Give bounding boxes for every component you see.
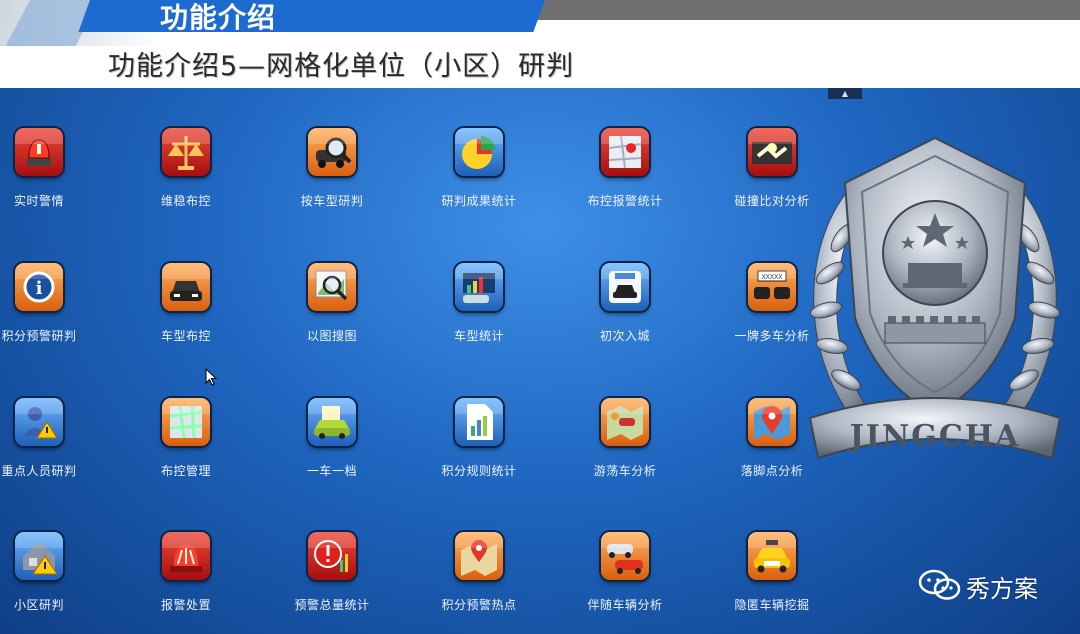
function-tile[interactable]: 维稳布控 [136, 128, 236, 228]
function-tile-label: 维稳布控 [160, 194, 211, 208]
mouse-cursor-icon [205, 368, 217, 386]
function-tile-label: 积分预警热点 [441, 598, 517, 612]
map-car-icon[interactable] [601, 398, 649, 446]
function-tile[interactable]: 实时警情 [0, 128, 89, 228]
function-tile[interactable]: 初次入城 [575, 263, 675, 363]
alarm-siren-icon[interactable] [15, 128, 63, 176]
collapse-toggle-button[interactable]: ▲ [828, 88, 862, 99]
function-tile[interactable]: 一车一档 [282, 398, 382, 498]
car-magnifier-icon[interactable] [308, 128, 356, 176]
plate-multi-car-icon[interactable]: XXXXX [748, 263, 796, 311]
function-tile-label: 伴随车辆分析 [587, 598, 663, 612]
function-tile-label: 车型统计 [453, 329, 504, 343]
function-tile-label: 布控报警统计 [587, 194, 663, 208]
function-tile[interactable]: i 积分预警研判 [0, 263, 89, 363]
map-grid-icon[interactable] [162, 398, 210, 446]
svg-text:JINGCHA: JINGCHA [847, 419, 1021, 454]
function-tile-label: 初次入城 [599, 329, 650, 343]
scales-icon[interactable] [162, 128, 210, 176]
function-tile[interactable]: 积分预警热点 [429, 532, 529, 632]
function-tile[interactable]: 积分规则统计 [429, 398, 529, 498]
info-badge-icon[interactable]: i [15, 263, 63, 311]
function-tile-label: 实时警情 [13, 194, 64, 208]
car-front-icon[interactable] [162, 263, 210, 311]
function-tile-label: 报警处置 [160, 598, 211, 612]
function-tile[interactable]: 车型统计 [429, 263, 529, 363]
function-tile[interactable]: 车型布控 [136, 263, 236, 363]
function-tile-label: 一牌多车分析 [734, 329, 810, 343]
function-tile[interactable]: XXXXX 一牌多车分析 [722, 263, 822, 363]
map-pin-icon[interactable] [748, 398, 796, 446]
function-tile[interactable]: 重点人员研判 [0, 398, 89, 498]
function-tile[interactable]: 报警处置 [136, 532, 236, 632]
alert-bar-icon[interactable] [308, 532, 356, 580]
police-light-icon[interactable] [162, 532, 210, 580]
function-tile-label: 布控管理 [160, 464, 211, 478]
function-tile[interactable]: 游荡车分析 [575, 398, 675, 498]
function-tile-label: 隐匿车辆挖掘 [734, 598, 810, 612]
slide-header: 功能介绍 功能介绍5—网格化单位（小区）研判 [0, 0, 1080, 88]
city-entry-car-icon[interactable] [601, 263, 649, 311]
pie-chart-icon[interactable] [455, 128, 503, 176]
person-warning-icon[interactable] [15, 398, 63, 446]
document-chart-icon[interactable] [455, 398, 503, 446]
watermark-text: 秀方案 [966, 575, 1038, 603]
taxi-icon[interactable] [748, 532, 796, 580]
section-title: 功能介绍 [160, 1, 277, 34]
map-hotspot-icon[interactable] [455, 532, 503, 580]
function-tile-label: 积分规则统计 [441, 464, 517, 478]
function-tile-label: 小区研判 [13, 598, 64, 612]
community-warning-icon[interactable] [15, 532, 63, 580]
function-tile-label: 按车型研判 [300, 194, 364, 208]
function-tile[interactable]: 布控报警统计 [575, 128, 675, 228]
car-file-icon[interactable] [308, 398, 356, 446]
function-tile-label: 车型布控 [160, 329, 211, 343]
function-tile-label: 碰撞比对分析 [734, 194, 810, 208]
function-tile-label: 预警总量统计 [294, 598, 370, 612]
function-tile[interactable]: 隐匿车辆挖掘 [722, 532, 822, 632]
header-blue-bar [78, 0, 545, 32]
app-panel: ▲ JINGCHA 实时警情 维稳布控 按车型研判 研判成果统计 布控报警统计 … [0, 88, 1080, 634]
function-tile[interactable]: 碰撞比对分析 [722, 128, 822, 228]
car-chart-icon[interactable] [455, 263, 503, 311]
function-tile[interactable]: 按车型研判 [282, 128, 382, 228]
function-tile[interactable]: 落脚点分析 [722, 398, 822, 498]
police-emblem-icon: JINGCHA [808, 136, 1062, 460]
function-tile-label: 落脚点分析 [740, 464, 804, 478]
function-tile[interactable]: 研判成果统计 [429, 128, 529, 228]
function-tile-label: 一车一档 [306, 464, 357, 478]
map-alert-icon[interactable] [601, 128, 649, 176]
car-collision-icon[interactable] [748, 128, 796, 176]
wechat-icon [918, 569, 961, 600]
image-search-icon[interactable] [308, 263, 356, 311]
function-tile-label: 游荡车分析 [593, 464, 657, 478]
page-subtitle: 功能介绍5—网格化单位（小区）研判 [108, 51, 575, 82]
function-tile-label: 积分预警研判 [1, 329, 77, 343]
function-tile[interactable]: 预警总量统计 [282, 532, 382, 632]
two-cars-icon[interactable] [601, 532, 649, 580]
function-tile-label: 重点人员研判 [1, 464, 77, 478]
function-tile[interactable]: 小区研判 [0, 532, 89, 632]
function-tile[interactable]: 布控管理 [136, 398, 236, 498]
function-tile[interactable]: 伴随车辆分析 [575, 532, 675, 632]
svg-text:i: i [36, 278, 43, 299]
function-tile[interactable]: 以图搜图 [282, 263, 382, 363]
function-tile-label: 以图搜图 [306, 329, 357, 343]
function-tile-label: 研判成果统计 [441, 194, 517, 208]
